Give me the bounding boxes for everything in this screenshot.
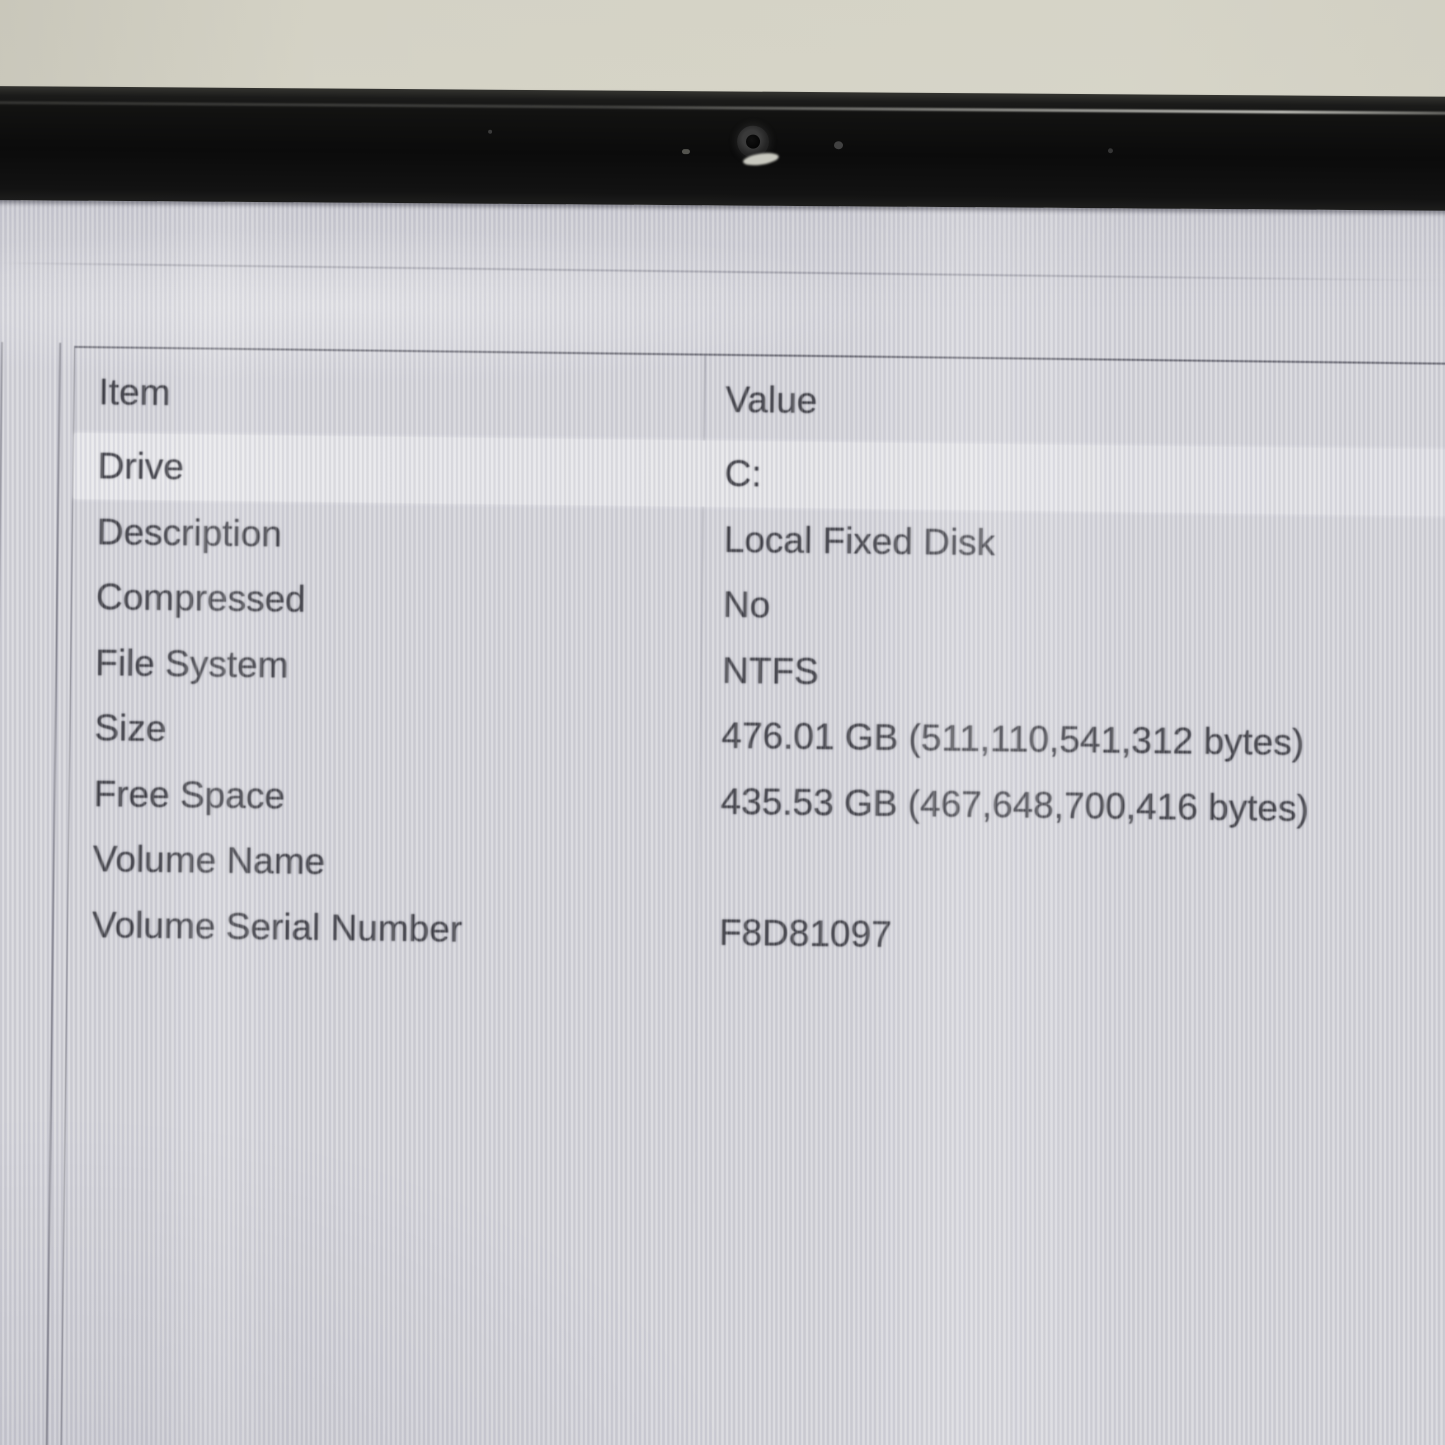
- row-item-label: Volume Serial Number: [92, 892, 463, 963]
- row-value: 435.53 GB (467,648,700,416 bytes): [720, 768, 1309, 841]
- row-value: NTFS: [722, 637, 819, 704]
- row-value: No: [723, 572, 771, 639]
- laptop-screen: Item Value DriveC:DescriptionLocal Fixed…: [0, 190, 1445, 1445]
- bezel-reflection-mark: [682, 149, 690, 154]
- column-header-value[interactable]: Value: [725, 379, 817, 422]
- window-divider-line: [0, 262, 1444, 281]
- bezel-mic-hole: [488, 130, 492, 134]
- row-item-label: Compressed: [96, 564, 307, 633]
- bezel-sensor-dot: [834, 141, 843, 149]
- row-value: F8D81097: [719, 899, 893, 967]
- column-header-item[interactable]: Item: [98, 371, 170, 414]
- table-rows: DriveC:DescriptionLocal Fixed DiskCompre…: [75, 348, 1445, 365]
- row-item-label: Drive: [97, 433, 184, 500]
- laptop-bezel: [0, 86, 1445, 211]
- row-item-label: File System: [95, 630, 289, 698]
- row-value: C:: [724, 441, 762, 507]
- row-item-label: Volume Name: [92, 826, 325, 895]
- row-value: 476.01 GB (511,110,541,312 bytes): [721, 703, 1305, 776]
- laptop-screen-photo: Item Value DriveC:DescriptionLocal Fixed…: [0, 0, 1445, 1445]
- bezel-mic-hole-right: [1108, 148, 1113, 153]
- left-panel-edge: [0, 342, 3, 1445]
- drive-info-table: Item Value DriveC:DescriptionLocal Fixed…: [60, 346, 1445, 1445]
- row-item-label: Size: [94, 695, 167, 762]
- system-info-window: Item Value DriveC:DescriptionLocal Fixed…: [0, 190, 1445, 1445]
- row-item-label: Description: [96, 499, 282, 567]
- table-header-row: Item Value: [75, 348, 1445, 365]
- panel-splitter[interactable]: [45, 343, 61, 1445]
- row-value: Local Fixed Disk: [723, 506, 995, 575]
- row-item-label: Free Space: [93, 761, 285, 829]
